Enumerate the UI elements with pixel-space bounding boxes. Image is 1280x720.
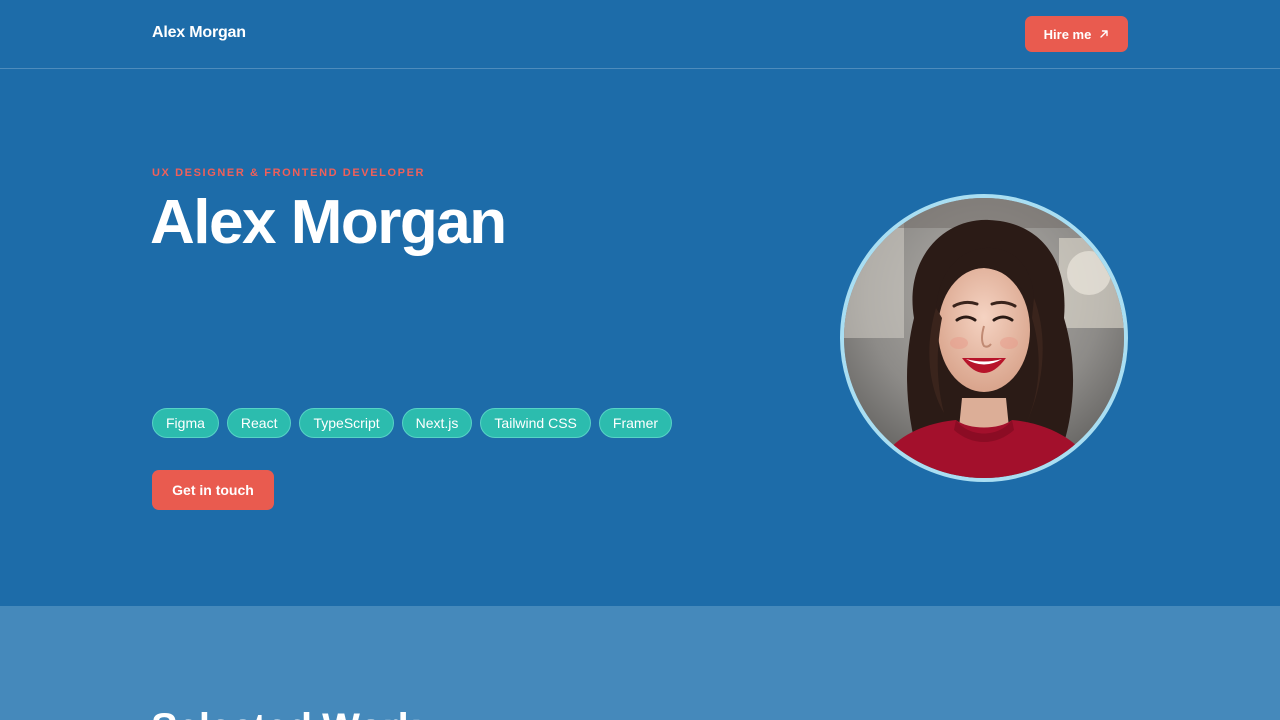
portfolio-page: Alex Morgan Hire me UX DESIGNER & FRONTE…: [0, 0, 1280, 720]
selected-work-title: Selected Work: [151, 706, 420, 720]
avatar: [840, 194, 1128, 482]
skill-tags: Figma React TypeScript Next.js Tailwind …: [152, 408, 673, 438]
skill-tag: Framer: [598, 408, 673, 438]
selected-work-section: Selected Work: [0, 606, 1280, 720]
arrow-up-right-icon: [1100, 30, 1109, 38]
brand-link[interactable]: Alex Morgan: [152, 24, 246, 42]
skill-tag: TypeScript: [299, 408, 394, 438]
site-header: Alex Morgan Hire me: [0, 0, 1280, 69]
skill-tag: React: [226, 408, 292, 438]
hero-eyebrow: UX DESIGNER & FRONTEND DEVELOPER: [152, 167, 426, 179]
hero-section: UX DESIGNER & FRONTEND DEVELOPER Alex Mo…: [0, 69, 1280, 606]
hire-me-button[interactable]: Hire me: [1025, 16, 1128, 52]
portrait-photo: [844, 198, 1124, 478]
hire-me-label: Hire me: [1043, 26, 1092, 42]
get-in-touch-button[interactable]: Get in touch: [152, 470, 274, 510]
skill-tag: Figma: [152, 408, 219, 438]
skill-tag: Tailwind CSS: [480, 408, 591, 438]
hero-title: Alex Morgan: [150, 188, 507, 257]
skill-tag: Next.js: [401, 408, 473, 438]
